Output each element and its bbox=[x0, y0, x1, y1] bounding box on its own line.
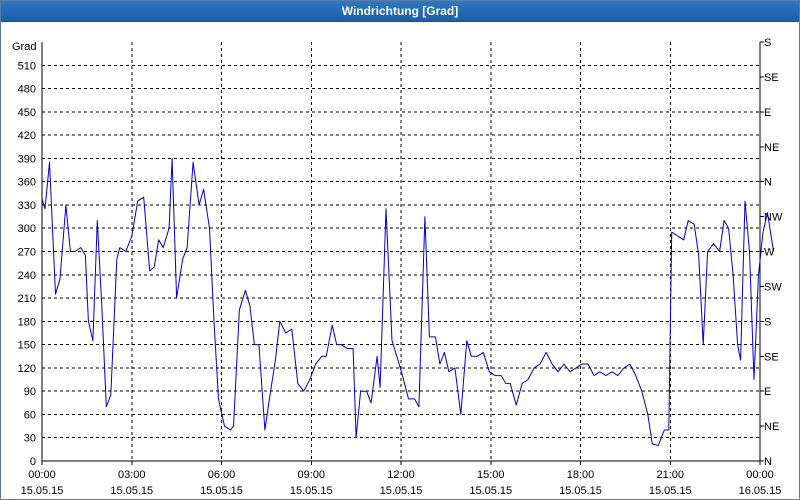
y-tick-label: 330 bbox=[18, 200, 36, 212]
x-tick-date-label: 15.05.15 bbox=[649, 485, 692, 497]
x-tick-date-label: 15.05.15 bbox=[290, 485, 333, 497]
wind-direction-series-line bbox=[41, 157, 774, 446]
y-tick-label: 210 bbox=[18, 293, 36, 305]
y-tick-label: 270 bbox=[18, 247, 36, 259]
label-layer: Grad 0 30 60 90 120 150 180 210 240 270 300 330 360 3… bbox=[12, 37, 783, 497]
x-tick-date-label: 15.05.15 bbox=[559, 485, 602, 497]
y2-tick-label: E bbox=[764, 107, 771, 119]
x-tick-time-label: 06:00 bbox=[208, 469, 236, 481]
x-tick-time-label: 12:00 bbox=[387, 469, 415, 481]
y2-tick-label: W bbox=[764, 247, 775, 259]
x-tick-date-label: 15.05.15 bbox=[380, 485, 423, 497]
y2-tick-label: SE bbox=[764, 72, 779, 84]
x-tick-date-label: 15.05.15 bbox=[200, 485, 243, 497]
y-tick-label: 30 bbox=[24, 433, 36, 445]
y-tick-label: 150 bbox=[18, 340, 36, 352]
x-tick-date-label: 15.05.15 bbox=[110, 485, 153, 497]
x-tick-time-label: 00:00 bbox=[28, 469, 56, 481]
y2-tick-label: S bbox=[764, 316, 771, 328]
y-tick-label: 90 bbox=[24, 386, 36, 398]
x-tick-date-label: 15.05.15 bbox=[21, 485, 64, 497]
y-axis-label: Grad bbox=[12, 41, 36, 53]
x-tick-time-label: 21:00 bbox=[656, 469, 684, 481]
y2-tick-label: N bbox=[764, 177, 772, 189]
y-tick-label: 480 bbox=[18, 84, 36, 96]
y-tick-label: 0 bbox=[30, 456, 36, 468]
y-tick-label: 60 bbox=[24, 409, 36, 421]
y-tick-label: 510 bbox=[18, 60, 36, 72]
y-tick-label: 300 bbox=[18, 223, 36, 235]
y-tick-label: 420 bbox=[18, 130, 36, 142]
x-tick-time-label: 00:00 bbox=[746, 469, 774, 481]
y-tick-label: 450 bbox=[18, 107, 36, 119]
y-tick-label: 240 bbox=[18, 270, 36, 282]
x-tick-time-label: 15:00 bbox=[477, 469, 505, 481]
y2-tick-label: NE bbox=[764, 142, 779, 154]
series-layer bbox=[41, 157, 774, 446]
y2-tick-label: S bbox=[764, 37, 771, 49]
y2-tick-label: E bbox=[764, 386, 771, 398]
y-tick-label: 180 bbox=[18, 316, 36, 328]
x-tick-time-label: 18:00 bbox=[567, 469, 595, 481]
grid-layer bbox=[42, 42, 760, 461]
y2-tick-label: SW bbox=[764, 281, 782, 293]
x-tick-date-label: 16.05.15 bbox=[739, 485, 782, 497]
axis-layer bbox=[41, 41, 764, 465]
x-tick-date-label: 15.05.15 bbox=[469, 485, 512, 497]
y-tick-label: 360 bbox=[18, 177, 36, 189]
y-tick-label: 120 bbox=[18, 363, 36, 375]
y2-tick-label: NW bbox=[764, 212, 783, 224]
y-tick-label: 390 bbox=[18, 153, 36, 165]
y2-tick-label: SE bbox=[764, 351, 779, 363]
x-tick-time-label: 09:00 bbox=[297, 469, 325, 481]
y2-tick-label: N bbox=[764, 456, 772, 468]
wind-direction-chart: Grad 0 30 60 90 120 150 180 210 240 270 300 330 360 3… bbox=[12, 37, 783, 497]
y2-tick-label: NE bbox=[764, 421, 779, 433]
x-tick-time-label: 03:00 bbox=[118, 469, 146, 481]
